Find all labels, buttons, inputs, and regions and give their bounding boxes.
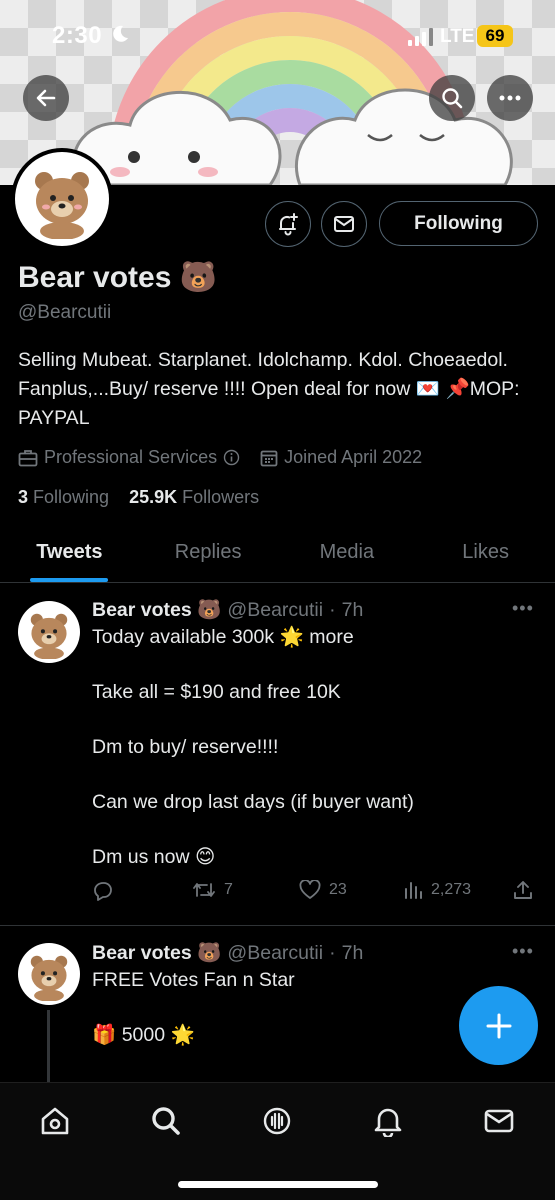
tab-tweets[interactable]: Tweets	[0, 525, 139, 582]
profile-category[interactable]: Professional Services	[18, 447, 240, 468]
profile-handle: @Bearcutii	[18, 302, 112, 323]
thread-line	[47, 1010, 50, 1082]
reply-icon	[94, 882, 112, 901]
do-not-disturb-icon	[110, 24, 130, 49]
tab-likes[interactable]: Likes	[416, 525, 555, 582]
tweet-time: 7h	[341, 598, 364, 621]
tweet-more-button[interactable]: •••	[512, 941, 534, 962]
profile-avatar[interactable]	[11, 148, 113, 250]
tweet-line: FREE Votes Fan n Star	[92, 969, 295, 991]
profile-bio: Selling Mubeat. Starplanet. Idolchamp. K…	[18, 349, 520, 429]
signal-icon	[408, 28, 434, 51]
retweet-button[interactable]: 7	[192, 880, 233, 900]
tweet-line: Take all = $190 and free 10K	[92, 681, 341, 703]
tweet-more-button[interactable]: •••	[512, 598, 534, 619]
following-link[interactable]: 3 Following	[18, 487, 109, 507]
back-button[interactable]	[23, 75, 69, 121]
tweet-author-name[interactable]: Bear votes 🐻	[92, 941, 221, 965]
tweet-header: Bear votes 🐻 @Bearcutii · 7h	[92, 941, 363, 965]
share-icon	[514, 881, 532, 899]
tweet-line: Dm us now 😊	[92, 846, 216, 868]
briefcase-icon	[18, 449, 38, 466]
notifications-icon	[374, 1108, 402, 1137]
message-button[interactable]	[321, 201, 367, 247]
following-count: 3	[18, 487, 29, 507]
views-count: 2,273	[431, 881, 472, 898]
calendar-icon	[260, 450, 278, 466]
tweet-time: 7h	[341, 941, 364, 964]
joined-label: Joined April 2022	[284, 447, 423, 467]
tweet-line: Today available 300k 🌟 more	[92, 626, 354, 648]
profile-joined: Joined April 2022	[260, 447, 422, 468]
share-button[interactable]	[513, 880, 533, 900]
more-icon	[499, 95, 521, 101]
tweet-divider	[0, 925, 555, 926]
tab-replies[interactable]: Replies	[139, 525, 278, 582]
nav-spaces[interactable]	[257, 1101, 297, 1141]
tweet-avatar[interactable]	[18, 601, 80, 663]
following-button[interactable]: Following	[379, 201, 538, 246]
compose-button[interactable]	[459, 986, 538, 1065]
profile-meta: Professional Services Joined April 2022	[18, 447, 442, 468]
tweet-header: Bear votes 🐻 @Bearcutii · 7h	[92, 598, 363, 622]
compose-plus-icon	[486, 1013, 511, 1038]
network-label: LTE	[440, 26, 475, 47]
category-label: Professional Services	[44, 447, 218, 467]
bell-plus-icon	[279, 213, 298, 236]
tweet-avatar[interactable]	[18, 943, 80, 1005]
spaces-icon	[263, 1107, 291, 1135]
messages-icon	[484, 1109, 514, 1133]
tweet-text: Today available 300k 🌟 more Take all = $…	[92, 624, 532, 899]
follow-counts: 3 Following 25.9K Followers	[18, 487, 259, 508]
followers-label: Followers	[182, 487, 260, 507]
heart-icon	[299, 880, 321, 899]
battery-indicator: 69	[477, 25, 513, 47]
status-bar: 2:30 LTE 69	[0, 0, 555, 72]
bear-avatar-image	[30, 613, 68, 659]
followers-count: 25.9K	[129, 487, 178, 507]
like-button[interactable]: 23	[299, 880, 347, 900]
like-count: 23	[329, 881, 347, 898]
nav-messages[interactable]	[479, 1101, 519, 1141]
tweet-author-handle[interactable]: @Bearcutii	[227, 599, 323, 622]
tweet-line: Dm to buy/ reserve!!!!	[92, 736, 279, 758]
tweet-line: Can we drop last days (if buyer want)	[92, 791, 414, 813]
tweet-author-name[interactable]: Bear votes 🐻	[92, 598, 221, 622]
tweet-author-handle[interactable]: @Bearcutii	[227, 942, 323, 965]
nav-notifications[interactable]	[368, 1101, 408, 1141]
tab-media[interactable]: Media	[278, 525, 417, 582]
reply-button[interactable]	[92, 880, 114, 902]
mail-icon	[334, 216, 354, 232]
retweet-icon	[193, 883, 215, 897]
profile-name: Bear votes 🐻	[18, 261, 218, 294]
nav-search[interactable]	[146, 1101, 186, 1141]
retweet-count: 7	[224, 881, 233, 898]
bear-avatar-image	[35, 172, 89, 239]
followers-link[interactable]: 25.9K Followers	[129, 487, 259, 507]
bear-avatar-image	[30, 955, 68, 1001]
home-indicator	[178, 1181, 378, 1188]
search-button[interactable]	[429, 75, 475, 121]
search-icon	[442, 88, 463, 109]
views-icon	[405, 882, 422, 899]
following-label: Following	[33, 487, 110, 507]
home-icon	[41, 1107, 69, 1135]
back-arrow-icon	[36, 89, 56, 107]
nav-home[interactable]	[35, 1101, 75, 1141]
more-button[interactable]	[487, 75, 533, 121]
info-icon[interactable]	[223, 449, 240, 466]
tweet-actions: 7 23 2,273	[92, 880, 542, 910]
search-icon	[152, 1107, 180, 1135]
profile-tabs: Tweets Replies Media Likes	[0, 525, 555, 583]
notify-button[interactable]	[265, 201, 311, 247]
tweet-dot: ·	[329, 598, 336, 621]
views-button[interactable]: 2,273	[403, 880, 471, 900]
tweet-dot: ·	[329, 941, 336, 964]
status-time: 2:30	[52, 22, 103, 49]
